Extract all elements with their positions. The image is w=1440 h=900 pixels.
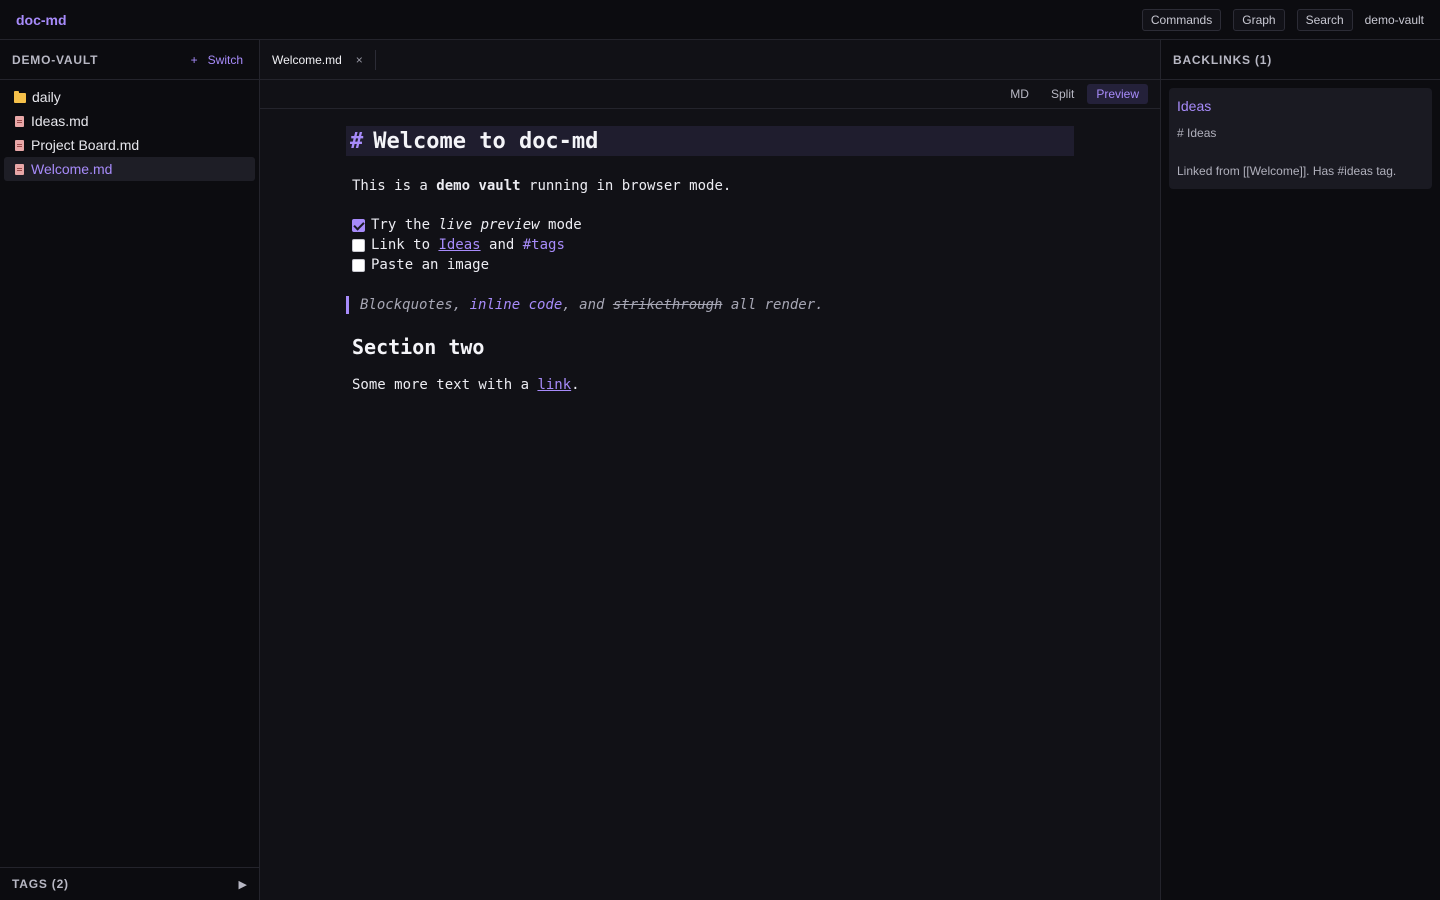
mode-preview-button[interactable]: Preview — [1087, 84, 1148, 104]
doc-paragraph: This is a demo vault running in browser … — [346, 177, 1074, 195]
backlink-card[interactable]: Ideas # Ideas Linked from [[Welcome]]. H… — [1169, 88, 1432, 189]
doc-blockquote: Blockquotes, inline code, and strikethro… — [346, 296, 1074, 314]
task-text: Try the live preview mode — [371, 217, 582, 233]
tag-link[interactable]: #tags — [523, 237, 565, 253]
strikethrough-text: strikethrough — [612, 297, 723, 313]
backlinks-title: BACKLINKS (1) — [1161, 40, 1440, 80]
mode-md-button[interactable]: MD — [1001, 84, 1038, 104]
current-vault-label[interactable]: demo-vault — [1365, 13, 1424, 27]
file-tree-item-ideas[interactable]: Ideas.md — [4, 109, 255, 133]
text: all render. — [722, 297, 824, 313]
task-checkbox[interactable] — [352, 258, 365, 272]
backlink-heading: # Ideas — [1177, 126, 1217, 140]
expand-arrow-icon: ▶ — [238, 878, 247, 891]
task-item: Try the live preview mode — [352, 215, 1074, 235]
tab-bar: Welcome.md × — [260, 40, 1160, 80]
file-icon — [15, 163, 24, 175]
text: and — [480, 237, 523, 253]
task-item: Link to Ideas and #tags — [352, 235, 1074, 255]
backlink-snippet: Linked from [[Welcome]]. Has #ideas tag. — [1177, 164, 1397, 178]
task-item: Paste an image — [352, 255, 1074, 275]
file-tree-item-label: daily — [32, 89, 61, 105]
text: Try the — [371, 217, 439, 233]
vault-title: DEMO-VAULT — [12, 52, 99, 67]
tags-title: TAGS (2) — [12, 877, 69, 891]
switch-label: Switch — [207, 52, 243, 67]
plus-icon: + — [190, 52, 198, 67]
task-checkbox-checked[interactable] — [352, 218, 365, 232]
text: This is a — [352, 178, 437, 194]
bold-text: demo vault — [436, 178, 521, 194]
graph-button[interactable]: Graph — [1233, 8, 1285, 31]
file-tree-item-label: Project Board.md — [31, 137, 140, 153]
backlinks-panel: BACKLINKS (1) Ideas # Ideas Linked from … — [1160, 40, 1440, 900]
switch-vault-button[interactable]: + Switch — [191, 53, 247, 67]
top-bar: doc-md Commands Graph Search demo-vault — [0, 0, 1440, 40]
tab-welcome[interactable]: Welcome.md × — [260, 49, 376, 70]
file-tree-item-label: Ideas.md — [31, 113, 89, 129]
text: Blockquotes, — [360, 297, 470, 313]
text: Some more text with a — [352, 377, 538, 393]
editor-area: Welcome.md × MD Split Preview # Welcome … — [260, 40, 1160, 900]
app-brand: doc-md — [16, 11, 67, 28]
doc-heading-2: Section two — [352, 335, 485, 359]
text: , and — [562, 297, 613, 313]
file-tree-item-project-board[interactable]: Project Board.md — [4, 133, 255, 157]
file-tree-item-label: Welcome.md — [31, 161, 113, 177]
close-icon[interactable]: × — [356, 53, 363, 67]
inline-code: inline code — [469, 297, 563, 313]
commands-button[interactable]: Commands — [1141, 8, 1222, 31]
file-tree-item-welcome[interactable]: Welcome.md — [4, 157, 255, 181]
task-text: Paste an image — [371, 257, 490, 273]
folder-icon — [14, 90, 26, 103]
task-checkbox[interactable] — [352, 238, 365, 252]
text: . — [571, 377, 580, 393]
doc-link[interactable]: link — [537, 377, 571, 393]
top-actions: Commands Graph Search demo-vault — [1141, 8, 1424, 31]
wiki-link[interactable]: Ideas — [438, 237, 480, 253]
file-tree-item-daily[interactable]: daily — [4, 85, 255, 109]
doc-heading-1: # Welcome to doc-md — [346, 126, 1074, 156]
tags-section-toggle[interactable]: TAGS (2) ▶ — [0, 867, 259, 900]
document-preview: # Welcome to doc-md This is a demo vault… — [346, 126, 1074, 394]
file-icon — [15, 139, 24, 151]
file-icon — [15, 115, 24, 127]
task-list: Try the live preview mode Link to Ideas … — [346, 215, 1074, 275]
text: mode — [539, 217, 582, 233]
text: Link to — [371, 237, 439, 253]
task-text: Link to Ideas and #tags — [371, 237, 565, 253]
mode-split-button[interactable]: Split — [1042, 84, 1083, 104]
view-mode-bar: MD Split Preview — [260, 80, 1160, 109]
file-sidebar: DEMO-VAULT + Switch daily Ideas.md Proje… — [0, 40, 260, 900]
heading-marker: # — [350, 128, 364, 154]
doc-paragraph: Some more text with a link. — [346, 376, 1074, 394]
italic-text: live preview — [438, 217, 540, 233]
sidebar-header: DEMO-VAULT + Switch — [0, 40, 259, 80]
search-button[interactable]: Search — [1296, 8, 1353, 31]
file-tree: daily Ideas.md Project Board.md Welcome.… — [0, 80, 259, 186]
heading-text: Welcome to doc-md — [373, 128, 599, 154]
backlink-title[interactable]: Ideas — [1177, 98, 1424, 114]
tab-label: Welcome.md — [272, 52, 342, 67]
text: running in browser mode. — [520, 178, 732, 194]
